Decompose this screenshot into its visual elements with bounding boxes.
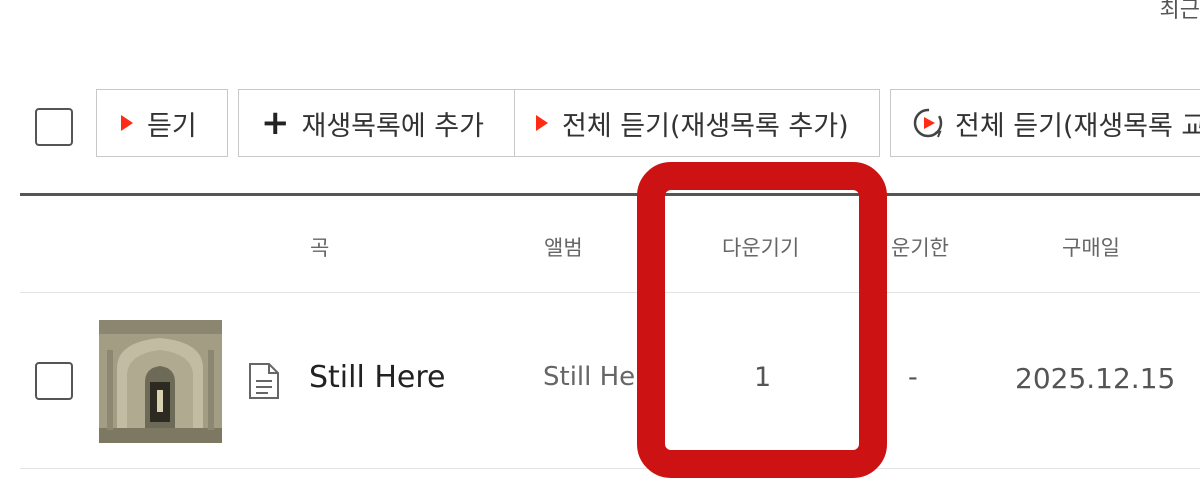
playlist-button-group: + 재생목록에 추가 전체 듣기(재생목록 추가): [238, 89, 880, 157]
purchase-date-value: 2025.12.15: [1015, 362, 1176, 395]
add-to-playlist-label: 재생목록에 추가: [301, 110, 484, 142]
listen-button-label: 듣기: [147, 110, 197, 142]
listen-all-replace-label: 전체 듣기(재생목록 교체): [955, 110, 1200, 142]
column-header-expiry: 운기한: [891, 236, 949, 260]
row-divider: [20, 468, 1200, 469]
circle-play-icon: [913, 108, 943, 138]
select-all-checkbox[interactable]: [35, 108, 73, 146]
add-to-playlist-button[interactable]: + 재생목록에 추가: [239, 90, 514, 156]
expiry-value: -: [908, 362, 918, 393]
red-highlight-box: [637, 162, 887, 478]
listen-all-add-button[interactable]: 전체 듣기(재생목록 추가): [514, 90, 849, 156]
album-art-image[interactable]: [99, 320, 222, 443]
listen-all-replace-button[interactable]: 전체 듣기(재생목록 교체): [890, 89, 1200, 157]
listen-all-add-label: 전체 듣기(재생목록 추가): [562, 110, 849, 142]
column-header-purchase-date: 구매일: [1062, 236, 1120, 260]
listen-button[interactable]: 듣기: [96, 89, 228, 157]
header-divider: [20, 292, 1200, 293]
play-icon: [536, 115, 548, 131]
plus-icon: +: [261, 103, 290, 143]
button-divider: [514, 90, 515, 156]
song-title-link[interactable]: Still Here: [309, 360, 446, 395]
lyrics-document-icon[interactable]: [246, 362, 282, 400]
play-icon: [121, 115, 133, 131]
column-header-album: 앨범: [544, 236, 583, 260]
column-header-song: 곡: [310, 236, 330, 260]
top-right-label[interactable]: 최근: [1160, 0, 1200, 24]
table-top-border: [20, 193, 1200, 196]
row-checkbox[interactable]: [35, 362, 73, 400]
album-art-picture: [99, 320, 222, 443]
